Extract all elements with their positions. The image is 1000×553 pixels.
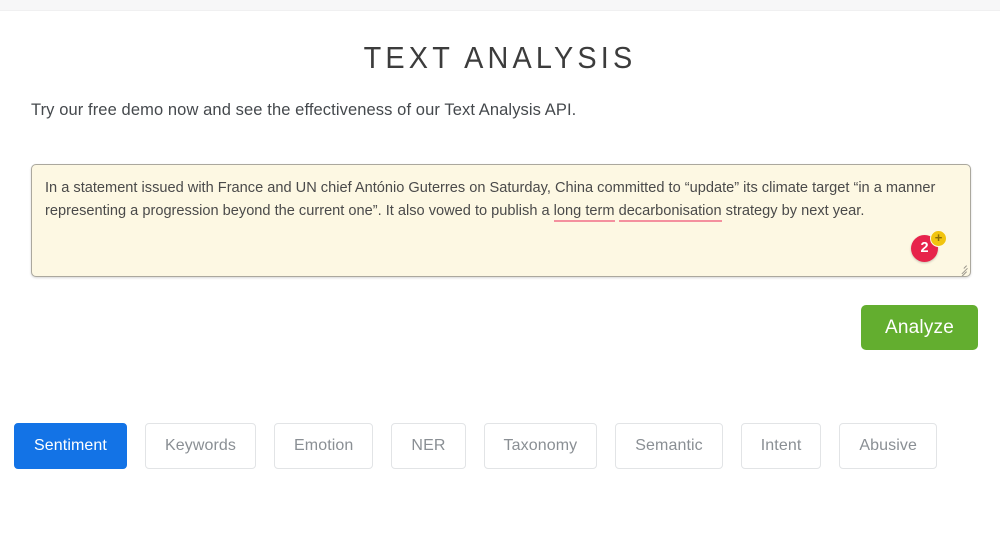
page-subtitle: Try our free demo now and see the effect… <box>31 101 577 119</box>
tab-ner[interactable]: NER <box>391 423 466 469</box>
text-input-area[interactable]: In a statement issued with France and UN… <box>31 164 971 277</box>
grammar-suggestion-1[interactable]: long term <box>553 203 615 222</box>
tab-emotion[interactable]: Emotion <box>274 423 374 469</box>
grammar-assistant-badge[interactable]: 2 + <box>911 230 947 262</box>
resize-grip-icon[interactable] <box>954 260 968 276</box>
text-analysis-demo-page: TEXT ANALYSIS Try our free demo now and … <box>0 0 1000 553</box>
tab-semantic[interactable]: Semantic <box>615 423 723 469</box>
tab-sentiment[interactable]: Sentiment <box>14 423 127 469</box>
grammar-suggestion-3[interactable]: decarbonisation <box>618 203 722 222</box>
tab-intent[interactable]: Intent <box>740 423 822 469</box>
page-top-band <box>0 0 1000 11</box>
tab-taxonomy[interactable]: Taxonomy <box>483 423 598 469</box>
analysis-tab-list: Sentiment Keywords Emotion NER Taxonomy Seman… <box>14 423 938 469</box>
text-editor[interactable]: In a statement issued with France and UN… <box>31 164 971 277</box>
tab-keywords[interactable]: Keywords <box>144 423 257 469</box>
page-title: TEXT ANALYSIS <box>363 40 637 75</box>
editor-text-content: In a statement issued with France and UN… <box>45 177 956 223</box>
editor-text-segment <box>615 203 619 219</box>
tab-abusive[interactable]: Abusive <box>839 423 938 469</box>
analyze-button[interactable]: Analyze <box>861 305 978 350</box>
editor-text-segment: strategy by next year. <box>721 203 865 219</box>
plus-icon[interactable]: + <box>930 230 947 247</box>
